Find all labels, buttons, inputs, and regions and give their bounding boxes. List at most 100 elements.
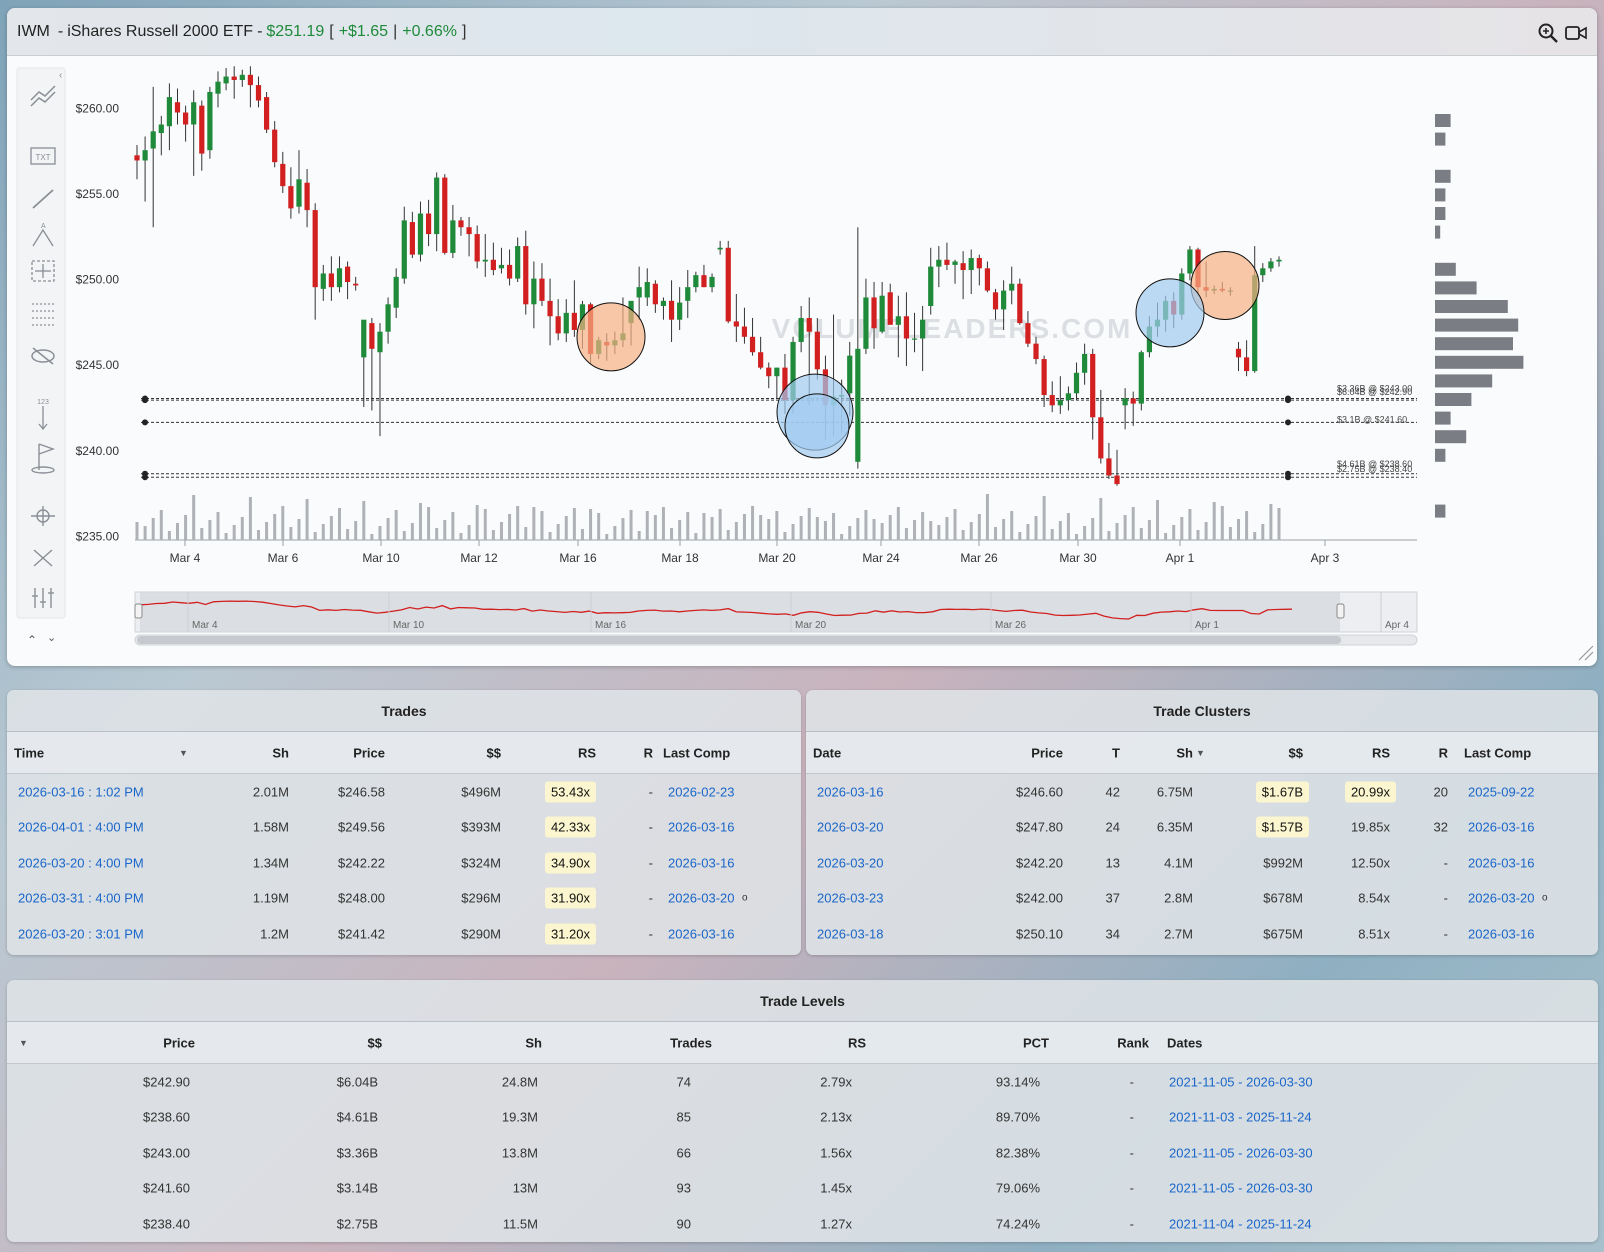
levels-col-price[interactable]: Price [163,1035,195,1050]
volume-bar [240,517,244,540]
table-row[interactable]: 2026-04-01 : 4:00 PM 1.58M $249.56 $393M 42.… [7,810,801,846]
levels-col-trades[interactable]: Trades [670,1035,712,1050]
chart-panel: IWM - iShares Russell 2000 ETF - $251.19… [7,8,1597,666]
trade-last-comp-link[interactable]: 2026-03-20 [668,891,735,906]
clusters-col-sh[interactable]: Sh [1176,745,1193,760]
levels-col-dollars[interactable]: $$ [368,1035,382,1050]
trade-bubble[interactable] [1135,278,1205,348]
level-dates-link[interactable]: 2021-11-05 - 2026-03-30 [1169,1145,1313,1160]
sort-desc-icon[interactable]: ▼ [179,748,188,758]
levels-col-sh[interactable]: Sh [525,1035,542,1050]
clusters-col-dollars[interactable]: $$ [1289,745,1303,760]
clusters-col-price[interactable]: Price [1031,745,1063,760]
table-row[interactable]: 2026-03-20 : 4:00 PM 1.34M $242.22 $324M 34.… [7,845,801,881]
trades-col-rs[interactable]: RS [578,745,596,760]
chevron-up-icon[interactable]: ⌃ [27,633,37,647]
trades-col-last-comp[interactable]: Last Comp [663,745,730,760]
level-dates-link[interactable]: 2021-11-03 - 2025-11-24 [1169,1110,1312,1125]
zoom-in-icon[interactable] [1537,22,1559,44]
video-icon[interactable] [1565,22,1587,44]
cluster-date-link[interactable]: 2026-03-18 [817,926,884,941]
table-row[interactable]: 2026-03-20 $242.20 13 4.1M $992M 12.50x - 2026-… [806,845,1598,881]
sort-desc-icon[interactable]: ▼ [1196,748,1205,758]
clusters-col-last-comp[interactable]: Last Comp [1464,745,1531,760]
table-row[interactable]: 2026-03-16 : 1:02 PM 2.01M $246.58 $496M 53.… [7,774,801,810]
trade-last-comp-link[interactable]: 2026-03-16 [668,855,735,870]
level-dates-link[interactable]: 2021-11-05 - 2026-03-30 [1169,1074,1313,1089]
trade-rs: 31.90x [544,887,596,909]
levels-col-dates[interactable]: Dates [1167,1035,1202,1050]
volume-bar [921,512,925,540]
table-row[interactable]: 2026-03-31 : 4:00 PM 1.19M $248.00 $296M 31.… [7,881,801,917]
table-row[interactable]: 2026-03-20 : 3:01 PM 1.2M $241.42 $290M 31.2… [7,916,801,952]
level-dates-link[interactable]: 2021-11-04 - 2025-11-24 [1169,1216,1312,1231]
cluster-dollars: $1.57B [1255,816,1309,838]
trade-dollars: $324M [461,855,501,871]
candle-body [1073,372,1080,394]
trade-rs: 34.90x [544,852,596,874]
trade-last-comp-link[interactable]: 2026-03-16 [668,820,735,835]
table-row[interactable]: 2026-03-18 $250.10 34 2.7M $675M 8.51x - 2026-0… [806,916,1598,952]
navigator-left-handle[interactable] [134,603,143,619]
y-tick-label: $245.00 [76,358,120,372]
candle-body [555,316,561,334]
cluster-last-comp-link[interactable]: 2026-03-16 [1468,926,1535,941]
candle-body [879,295,885,332]
cluster-last-comp-link[interactable]: 2026-03-16 [1468,820,1535,835]
table-row[interactable]: $241.60 $3.14B 13M 93 1.45x 79.06% - 2021-11-05… [7,1171,1598,1207]
resize-handle-icon[interactable] [1578,645,1594,661]
level-pct: 93.14% [995,1074,1040,1090]
y-axis: $260.00 $255.00 $250.00 $245.00 $240.00 $235.… [76,101,120,543]
cluster-date-link[interactable]: 2026-03-20 [817,855,884,870]
level-dates-link[interactable]: 2021-11-05 - 2026-03-30 [1169,1181,1313,1196]
navigator-scrollbar-thumb[interactable] [137,636,1341,644]
candle-body [393,276,399,308]
trades-col-r[interactable]: R [644,745,653,760]
trades-col-time[interactable]: Time [14,745,44,760]
table-row[interactable]: 2026-03-20 $247.80 24 6.35M $1.57B 19.85x 32 20… [806,810,1598,846]
trades-col-sh[interactable]: Sh [272,745,289,760]
adjust-icon[interactable] [32,588,54,608]
table-row[interactable]: 2026-03-16 $246.60 42 6.75M $1.67B 20.99x 20 20… [806,774,1598,810]
table-row[interactable]: 2026-03-23 $242.00 37 2.8M $678M 8.54x - 2026-0… [806,881,1598,917]
trade-last-comp-link[interactable]: 2026-03-16 [668,926,735,941]
table-row[interactable]: $238.60 $4.61B 19.3M 85 2.13x 89.70% - 2021-11-… [7,1100,1598,1136]
trade-bubble[interactable] [576,302,646,372]
toolbar-collapse-icon[interactable]: ‹ [59,70,62,81]
table-row[interactable]: $242.90 $6.04B 24.8M 74 2.79x 93.14% - 2021-11-… [7,1064,1598,1100]
trade-last-comp-link[interactable]: 2026-02-23 [668,784,735,799]
trade-time-link[interactable]: 2026-04-01 : 4:00 PM [18,820,144,835]
cluster-last-comp-link[interactable]: 2025-09-22 [1468,784,1535,799]
levels-col-rs[interactable]: RS [848,1035,866,1050]
navigator[interactable]: Mar 4 Mar 10 Mar 16 Mar 20 Mar 26 Apr 1 Apr 4 [134,591,1418,646]
cluster-last-comp-link[interactable]: 2026-03-16 [1468,855,1535,870]
levels-col-rank[interactable]: Rank [1117,1035,1149,1050]
levels-col-pct[interactable]: PCT [1023,1035,1049,1050]
cluster-last-comp-link[interactable]: 2026-03-20 [1468,891,1535,906]
trade-time-link[interactable]: 2026-03-31 : 4:00 PM [18,891,144,906]
cluster-date-link[interactable]: 2026-03-23 [817,891,884,906]
volume-bar [386,518,390,540]
sort-desc-icon[interactable]: ▼ [19,1038,28,1048]
trades-col-dollars[interactable]: $$ [487,745,501,760]
trades-col-price[interactable]: Price [353,745,385,760]
price-chart[interactable]: TXT A 123 ‹ ⌃ ⌄ VOLUMELEADERS.COM $260.0… [7,56,1597,666]
clusters-col-t[interactable]: T [1112,745,1120,760]
trade-time-link[interactable]: 2026-03-20 : 3:01 PM [18,926,144,941]
clusters-col-date[interactable]: Date [813,745,841,760]
trade-time-link[interactable]: 2026-03-16 : 1:02 PM [18,784,144,799]
chevron-down-icon[interactable]: ⌄ [47,632,56,644]
trade-bubble[interactable] [784,393,850,459]
cluster-date-link[interactable]: 2026-03-20 [817,820,884,835]
clusters-col-r[interactable]: R [1439,745,1448,760]
table-row[interactable]: $243.00 $3.36B 13.8M 66 1.56x 82.38% - 2021-11-… [7,1135,1598,1171]
candle-body [458,220,464,228]
cluster-date-link[interactable]: 2026-03-16 [817,784,884,799]
table-row[interactable]: $238.40 $2.75B 11.5M 90 1.27x 74.24% - 2021-11-… [7,1206,1598,1242]
candle-body [871,297,877,329]
navigator-right-handle[interactable] [1336,603,1345,619]
trade-time-link[interactable]: 2026-03-20 : 4:00 PM [18,855,144,870]
volume-bar [1196,530,1200,540]
clusters-col-rs[interactable]: RS [1372,745,1390,760]
volume-bar [1172,525,1176,540]
